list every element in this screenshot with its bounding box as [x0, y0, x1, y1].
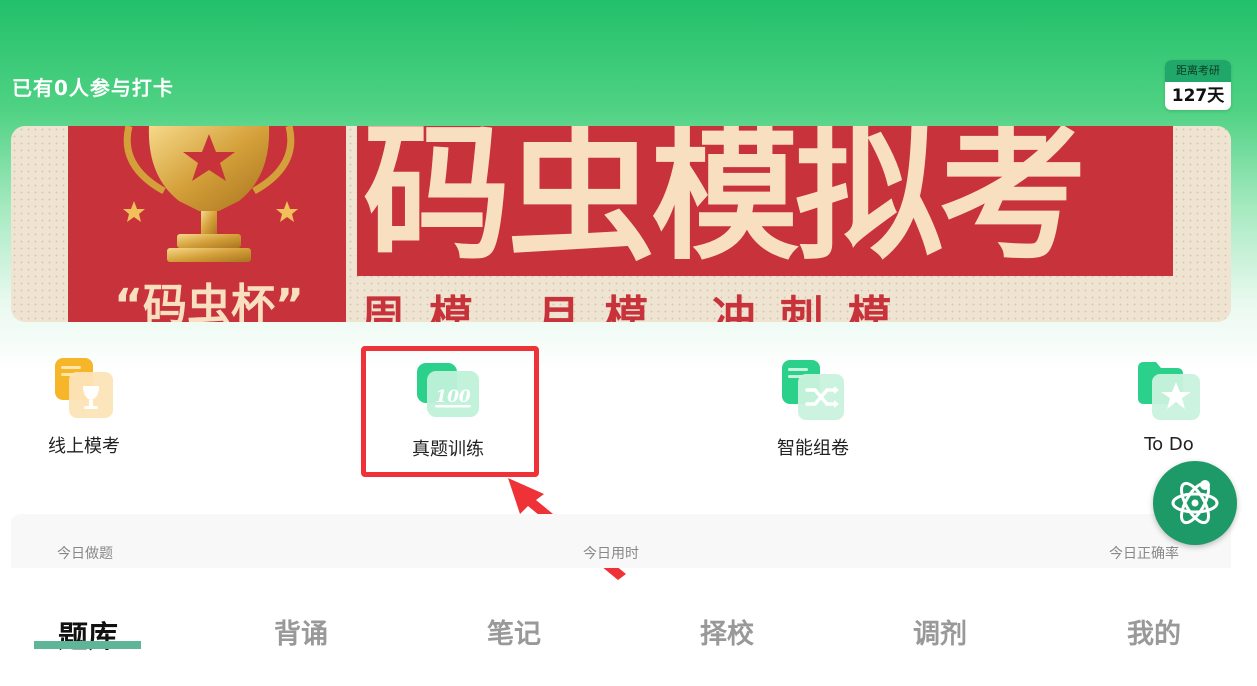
- tab-recite[interactable]: 背诵: [241, 612, 361, 651]
- feature-smart-paper[interactable]: 智能组卷: [743, 356, 883, 460]
- mock-exam-banner[interactable]: “码虫杯” 码虫模拟考 周模 月模 冲刺模: [11, 126, 1231, 322]
- star-folder-icon: [1134, 356, 1204, 426]
- tab-question-bank[interactable]: 题库: [28, 612, 148, 656]
- feature-todo[interactable]: To Do: [1099, 356, 1239, 455]
- feature-label: To Do: [1144, 434, 1194, 455]
- banner-cup-label: “码虫杯”: [114, 280, 304, 322]
- tab-profile[interactable]: 我的: [1094, 612, 1214, 651]
- atom-icon: [1171, 480, 1219, 525]
- bottom-tab-bar: [0, 588, 1257, 686]
- countdown-value: 127天: [1171, 86, 1225, 106]
- trophy-icon: [123, 126, 298, 262]
- shuffle-icon: [778, 356, 848, 426]
- active-tab-indicator: [34, 641, 141, 649]
- today-questions-label: 今日做题: [57, 546, 113, 562]
- tab-adjustment[interactable]: 调剂: [880, 612, 1000, 651]
- checkin-count-text: 已有0人参与打卡: [12, 76, 174, 100]
- countdown-label: 距离考研: [1165, 60, 1231, 82]
- feature-label: 线上模考: [48, 436, 120, 457]
- today-accuracy-label: 今日正确率: [1109, 546, 1179, 562]
- feature-online-mock-exam[interactable]: 线上模考: [14, 354, 154, 458]
- feature-label: 智能组卷: [777, 438, 849, 459]
- tab-notes[interactable]: 笔记: [454, 612, 574, 651]
- exam-countdown-badge[interactable]: 距离考研 127天: [1165, 60, 1231, 110]
- trophy-card-icon: [49, 354, 119, 424]
- ai-assistant-button[interactable]: [1153, 461, 1237, 545]
- banner-title: 码虫模拟考: [363, 126, 1087, 274]
- pointer-arrow-icon: [508, 478, 626, 580]
- banner-subtitle: 周模 月模 冲刺模: [361, 292, 916, 322]
- today-time-label: 今日用时: [583, 546, 639, 562]
- tab-school-choice[interactable]: 择校: [667, 612, 787, 651]
- app-screen: 已有0人参与打卡 距离考研 127天 “码虫杯” 码虫模拟考 周模 月模 冲刺模…: [0, 0, 1257, 686]
- highlight-box: [361, 346, 539, 477]
